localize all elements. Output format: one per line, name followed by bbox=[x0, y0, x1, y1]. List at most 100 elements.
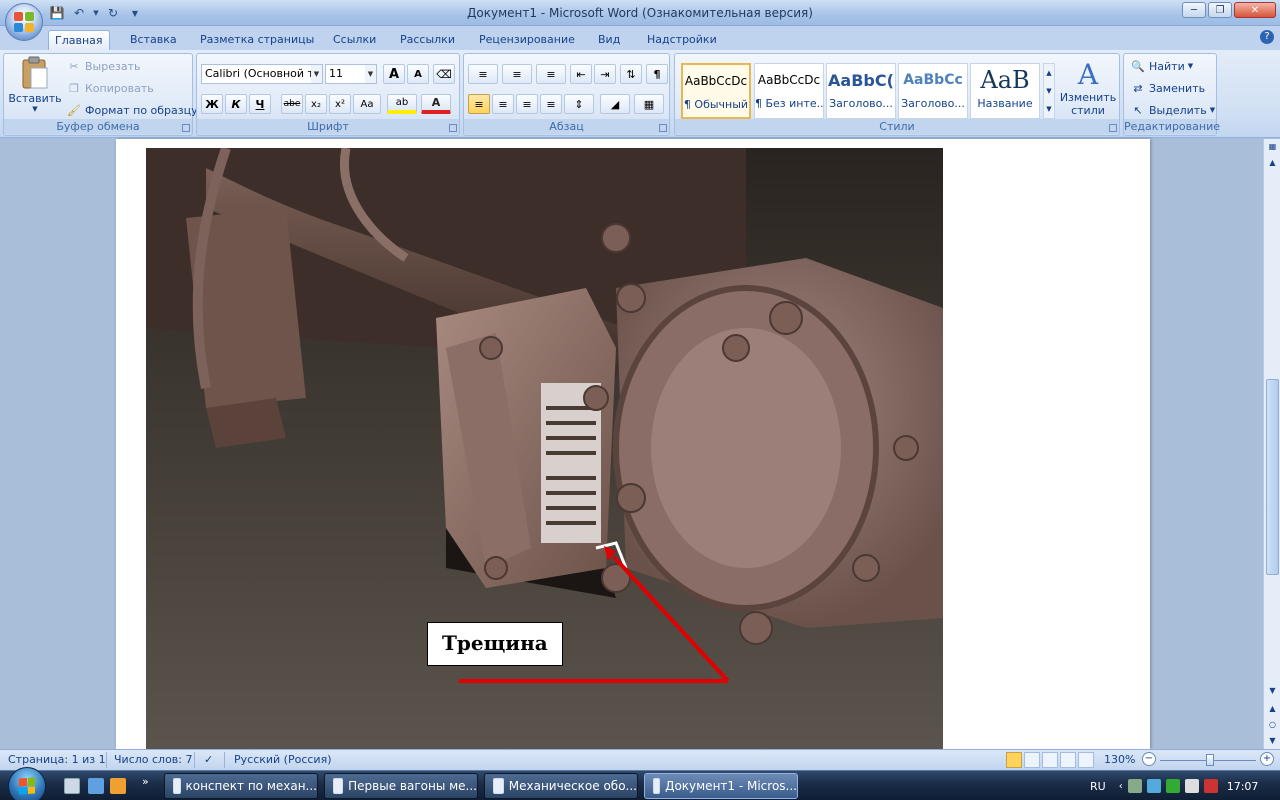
vertical-scrollbar[interactable]: ▦ ▲ ▼ ▲ ○ ▼ bbox=[1263, 139, 1280, 749]
page-indicator[interactable]: Страница: 1 из 1 bbox=[8, 753, 106, 766]
clipboard-dialog-launcher[interactable] bbox=[182, 124, 190, 132]
tray-app-icon[interactable] bbox=[1146, 779, 1161, 793]
tab-references[interactable]: Ссылки bbox=[327, 30, 382, 50]
more-icon[interactable]: ▼ bbox=[1046, 105, 1051, 113]
tab-home[interactable]: Главная bbox=[48, 30, 110, 50]
zoom-slider-handle[interactable] bbox=[1206, 754, 1214, 766]
start-button[interactable] bbox=[8, 767, 46, 800]
full-screen-reading-icon[interactable] bbox=[1024, 752, 1040, 768]
clock[interactable]: 17:07 bbox=[1227, 780, 1259, 793]
tray-expand-icon[interactable]: ‹ bbox=[1119, 781, 1123, 792]
restore-button[interactable]: ❐ bbox=[1208, 2, 1232, 18]
clear-formatting-icon[interactable]: ⌫ bbox=[433, 64, 455, 84]
font-color-button[interactable]: A bbox=[421, 94, 451, 114]
underline-button[interactable]: Ч bbox=[249, 94, 271, 114]
zoom-in-icon[interactable]: + bbox=[1260, 752, 1274, 766]
style-heading-2[interactable]: AaBbCc Заголово... bbox=[898, 63, 968, 119]
scroll-thumb[interactable] bbox=[1266, 379, 1279, 575]
copy-button[interactable]: ❐ Копировать bbox=[66, 78, 154, 98]
strikethrough-button[interactable]: abe bbox=[281, 94, 303, 114]
paste-button[interactable]: Вставить ▼ bbox=[8, 56, 62, 113]
align-left-icon[interactable]: ≡ bbox=[468, 94, 490, 114]
switch-windows-icon[interactable] bbox=[88, 778, 104, 794]
numbering-icon[interactable]: ≡ bbox=[502, 64, 532, 84]
web-layout-icon[interactable] bbox=[1042, 752, 1058, 768]
word-count[interactable]: Число слов: 7 bbox=[114, 753, 193, 766]
decrease-indent-icon[interactable]: ⇤ bbox=[570, 64, 592, 84]
highlight-button[interactable]: ab bbox=[387, 94, 417, 114]
scroll-up-icon[interactable]: ▲ bbox=[1265, 155, 1280, 170]
style-heading-1[interactable]: AaBbC( Заголово... bbox=[826, 63, 896, 119]
taskbar-button-active[interactable]: Документ1 - Micros... bbox=[644, 773, 798, 799]
tab-page-layout[interactable]: Разметка страницы bbox=[194, 30, 320, 50]
line-spacing-icon[interactable]: ⇕ bbox=[564, 94, 594, 114]
grow-font-button[interactable]: A bbox=[383, 64, 405, 84]
show-formatting-button[interactable]: ¶ bbox=[646, 64, 668, 84]
zoom-level[interactable]: 130% bbox=[1104, 753, 1135, 766]
font-name-select[interactable]: Calibri (Основной те ▼ bbox=[201, 64, 323, 84]
ruler-toggle-icon[interactable]: ▦ bbox=[1265, 139, 1280, 154]
font-size-select[interactable]: 11 ▼ bbox=[325, 64, 377, 84]
borders-icon[interactable]: ▦ bbox=[634, 94, 664, 114]
chevron-down-icon[interactable]: ▼ bbox=[1046, 87, 1051, 95]
increase-indent-icon[interactable]: ⇥ bbox=[594, 64, 616, 84]
find-dropdown-icon[interactable]: ▼ bbox=[1188, 62, 1193, 70]
taskbar-button[interactable]: Первые вагоны ме... bbox=[324, 773, 478, 799]
media-player-icon[interactable] bbox=[110, 778, 126, 794]
paste-dropdown-icon[interactable]: ▼ bbox=[32, 105, 37, 113]
select-button[interactable]: ↖ Выделить ▼ bbox=[1130, 100, 1215, 120]
styles-dialog-launcher[interactable] bbox=[1109, 124, 1117, 132]
taskbar-button[interactable]: конспект по механ... bbox=[164, 773, 318, 799]
outline-icon[interactable] bbox=[1060, 752, 1076, 768]
align-center-icon[interactable]: ≡ bbox=[492, 94, 514, 114]
tab-addins[interactable]: Надстройки bbox=[641, 30, 723, 50]
tray-alert-icon[interactable] bbox=[1203, 779, 1218, 793]
taskbar-button[interactable]: Механическое обо... bbox=[484, 773, 638, 799]
close-button[interactable]: ✕ bbox=[1234, 2, 1276, 18]
proofing-icon[interactable]: ✓ bbox=[204, 753, 213, 766]
shrink-font-button[interactable]: A bbox=[407, 64, 429, 84]
styles-scroll[interactable]: ▲ ▼ ▼ bbox=[1043, 63, 1055, 119]
bullets-icon[interactable]: ≡ bbox=[468, 64, 498, 84]
network-icon[interactable] bbox=[1165, 779, 1180, 793]
chevron-up-icon[interactable]: ▲ bbox=[1046, 69, 1051, 77]
format-painter-button[interactable]: 🖌 Формат по образцу bbox=[66, 100, 198, 120]
bold-button[interactable]: Ж bbox=[201, 94, 223, 114]
select-browse-object-icon[interactable]: ○ bbox=[1265, 717, 1280, 732]
tab-insert[interactable]: Вставка bbox=[124, 30, 183, 50]
change-styles-button[interactable]: A Изменить стили bbox=[1059, 58, 1117, 117]
next-page-icon[interactable]: ▼ bbox=[1265, 733, 1280, 748]
subscript-button[interactable]: x₂ bbox=[305, 94, 327, 114]
change-case-button[interactable]: Aa bbox=[353, 94, 381, 114]
sort-icon[interactable]: ⇅ bbox=[620, 64, 642, 84]
help-icon[interactable]: ? bbox=[1260, 30, 1274, 44]
tray-app-icon[interactable] bbox=[1127, 779, 1142, 793]
justify-icon[interactable]: ≡ bbox=[540, 94, 562, 114]
style-title[interactable]: AaB Название bbox=[970, 63, 1040, 119]
quick-launch-more-icon[interactable]: » bbox=[142, 775, 152, 791]
draft-icon[interactable] bbox=[1078, 752, 1094, 768]
font-size-dropdown-icon[interactable]: ▼ bbox=[365, 65, 376, 83]
tab-view[interactable]: Вид bbox=[592, 30, 626, 50]
zoom-out-icon[interactable]: − bbox=[1142, 752, 1156, 766]
style-no-spacing[interactable]: AaBbCcDc ¶ Без инте... bbox=[754, 63, 824, 119]
minimize-button[interactable]: ─ bbox=[1182, 2, 1206, 18]
office-button[interactable] bbox=[5, 3, 43, 41]
scroll-down-icon[interactable]: ▼ bbox=[1265, 683, 1280, 698]
style-normal[interactable]: AaBbCcDc ¶ Обычный bbox=[681, 63, 751, 119]
previous-page-icon[interactable]: ▲ bbox=[1265, 701, 1280, 716]
multilevel-list-icon[interactable]: ≡ bbox=[536, 64, 566, 84]
find-button[interactable]: 🔍 Найти ▼ bbox=[1130, 56, 1193, 76]
paragraph-dialog-launcher[interactable] bbox=[659, 124, 667, 132]
tab-mailings[interactable]: Рассылки bbox=[394, 30, 461, 50]
volume-icon[interactable] bbox=[1184, 779, 1199, 793]
superscript-button[interactable]: x² bbox=[329, 94, 351, 114]
font-name-dropdown-icon[interactable]: ▼ bbox=[311, 65, 322, 83]
cut-button[interactable]: ✂ Вырезать bbox=[66, 56, 140, 76]
document-page[interactable]: Трещина bbox=[116, 139, 1150, 749]
language-bar[interactable]: RU bbox=[1090, 780, 1106, 793]
select-dropdown-icon[interactable]: ▼ bbox=[1210, 106, 1215, 114]
tab-review[interactable]: Рецензирование bbox=[473, 30, 581, 50]
language-indicator[interactable]: Русский (Россия) bbox=[234, 753, 332, 766]
font-dialog-launcher[interactable] bbox=[449, 124, 457, 132]
